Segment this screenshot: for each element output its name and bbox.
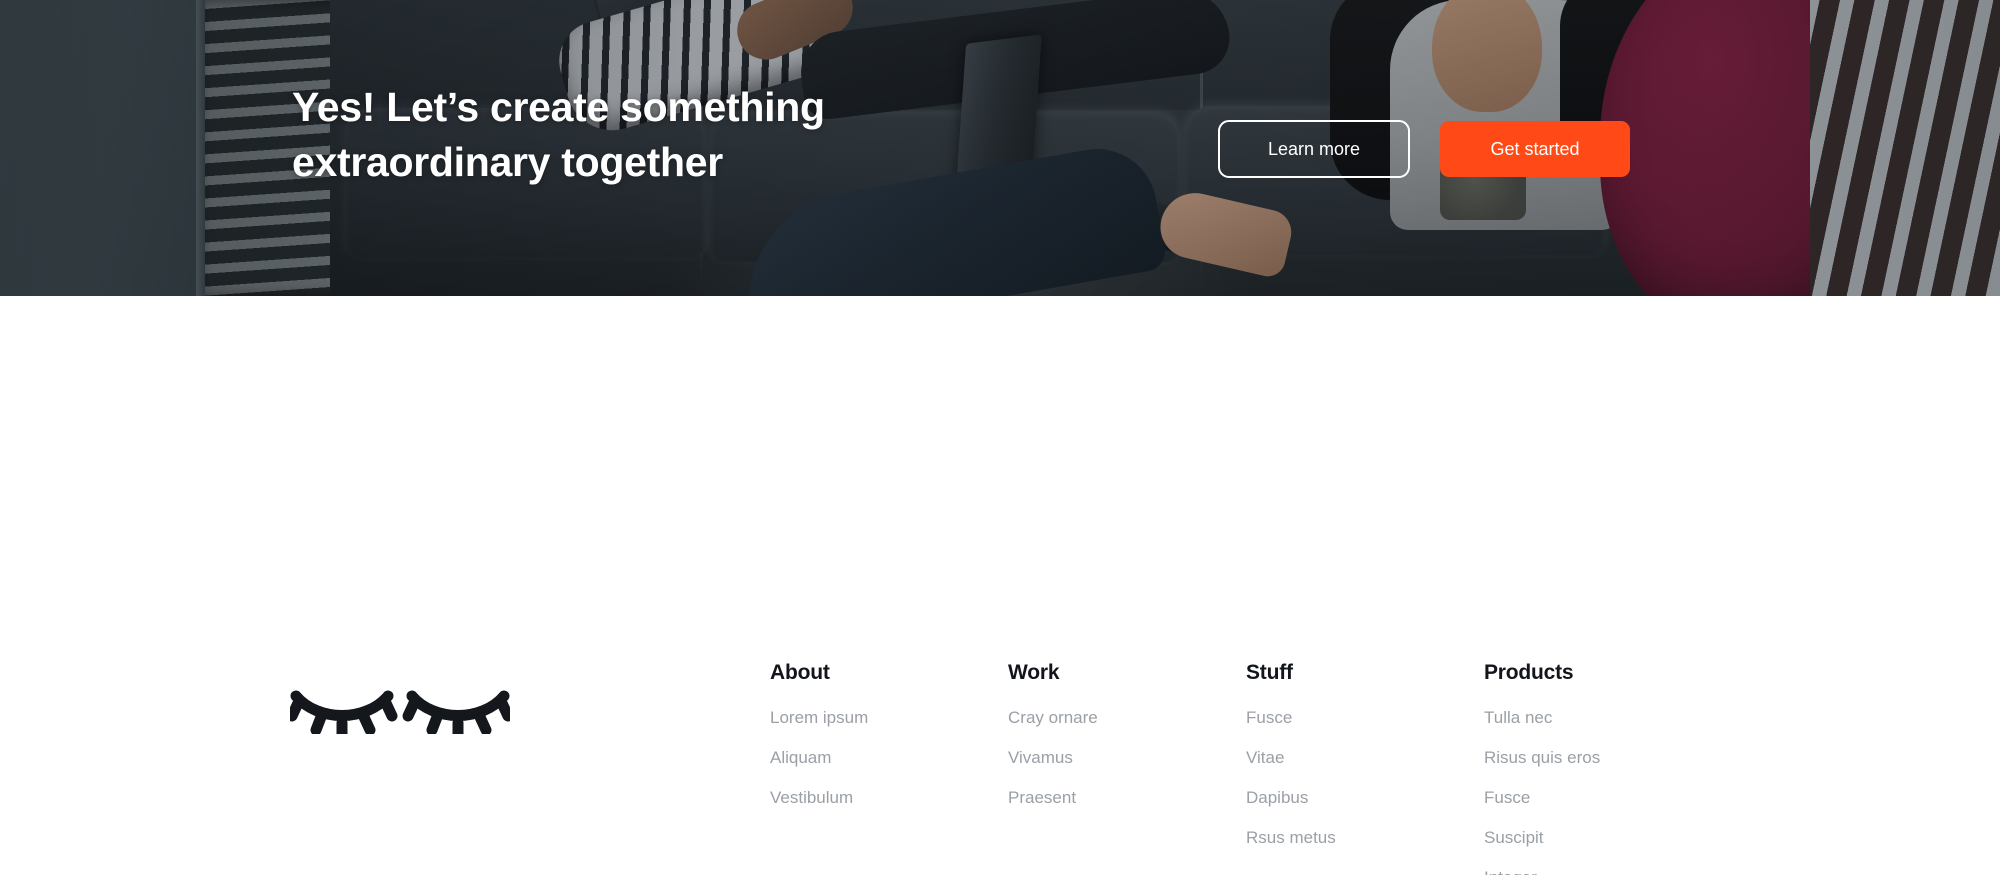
learn-more-button[interactable]: Learn more: [1218, 120, 1410, 178]
footer-column-title: Work: [1008, 661, 1060, 684]
footer-column-title: About: [770, 661, 830, 684]
footer-link[interactable]: Cray ornare: [1008, 708, 1246, 728]
closed-eyes-logo[interactable]: [286, 678, 514, 740]
footer-link[interactable]: Integer: [1484, 868, 1722, 875]
footer-column-products: Products Tulla nec Risus quis eros Fusce…: [1484, 661, 1722, 875]
footer-column-stuff: Stuff Fusce Vitae Dapibus Rsus metus: [1246, 661, 1484, 875]
footer-link[interactable]: Fusce: [1246, 708, 1484, 728]
footer-column-title: Products: [1484, 661, 1574, 684]
footer-link[interactable]: Fusce: [1484, 788, 1722, 808]
footer-column-work: Work Cray ornare Vivamus Praesent: [1008, 661, 1246, 875]
footer-link[interactable]: Rsus metus: [1246, 828, 1484, 848]
footer-link[interactable]: Dapibus: [1246, 788, 1484, 808]
footer-link[interactable]: Aliquam: [770, 748, 1008, 768]
footer-link[interactable]: Lorem ipsum: [770, 708, 1008, 728]
footer-link[interactable]: Vestibulum: [770, 788, 1008, 808]
footer-link-columns: About Lorem ipsum Aliquam Vestibulum Wor…: [770, 661, 1722, 875]
hero-content: Yes! Let’s create something extraordinar…: [0, 0, 2000, 296]
footer-link[interactable]: Vivamus: [1008, 748, 1246, 768]
hero-section: Yes! Let’s create something extraordinar…: [0, 0, 2000, 296]
footer-column-title: Stuff: [1246, 661, 1293, 684]
footer-link[interactable]: Risus quis eros: [1484, 748, 1722, 768]
get-started-button[interactable]: Get started: [1440, 121, 1630, 177]
footer-link[interactable]: Suscipit: [1484, 828, 1722, 848]
hero-title: Yes! Let’s create something extraordinar…: [292, 84, 825, 185]
footer-link[interactable]: Vitae: [1246, 748, 1484, 768]
hero-action-buttons: Learn more Get started: [1218, 120, 1630, 178]
footer-column-about: About Lorem ipsum Aliquam Vestibulum: [770, 661, 1008, 875]
footer: About Lorem ipsum Aliquam Vestibulum Wor…: [0, 296, 2000, 875]
footer-link[interactable]: Tulla nec: [1484, 708, 1722, 728]
footer-link[interactable]: Praesent: [1008, 788, 1246, 808]
